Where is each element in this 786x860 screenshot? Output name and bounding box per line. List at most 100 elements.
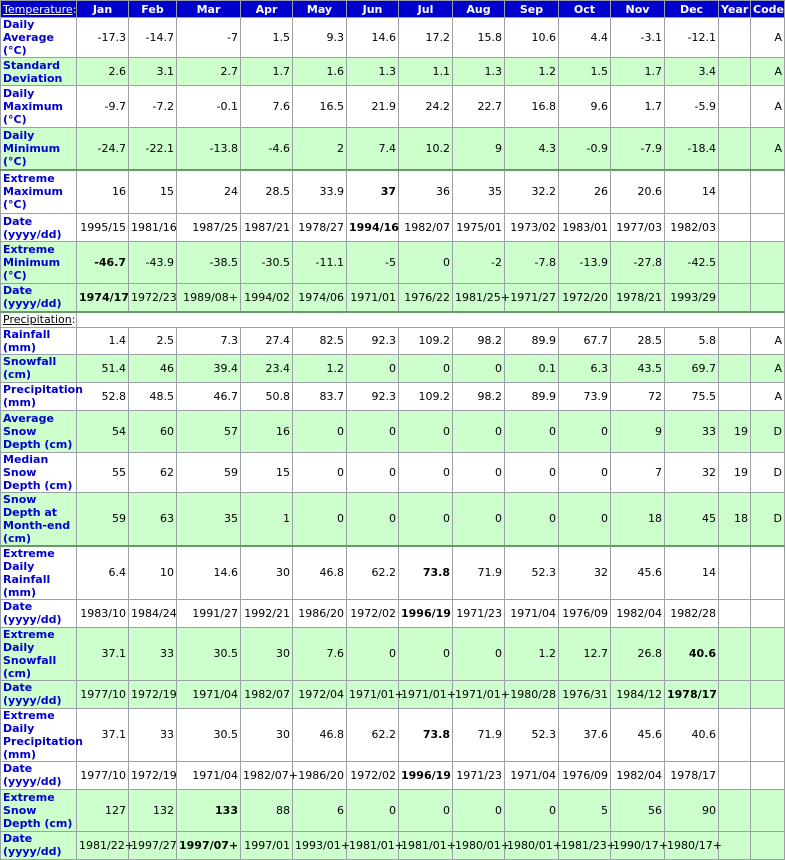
row-label: Median Snow Depth (cm) [0, 451, 77, 493]
code-cell [750, 544, 785, 600]
row-label: Rainfall (mm) [0, 326, 77, 355]
value-cell: 73.8 [398, 544, 453, 600]
value-cell: 9.6 [558, 85, 611, 128]
value-cell: 10 [128, 544, 177, 600]
value-cell: 0 [504, 451, 559, 493]
code-cell [750, 788, 785, 832]
table-row: Daily Minimum (°C) -24.7 -22.1 -13.8 -4.6 2 7.… [0, 127, 785, 170]
value-cell: 133 [176, 788, 241, 832]
value-cell: 10.2 [398, 127, 453, 170]
value-cell: 39.4 [176, 353, 241, 383]
value-cell: 1976/09 [558, 598, 611, 628]
row-label: Extreme Daily Snowfall (cm) [0, 626, 77, 681]
value-cell: 1982/07 [398, 213, 453, 242]
row-label: Date (yyyy/dd) [0, 760, 77, 790]
value-cell: 1.7 [610, 57, 665, 86]
column-header-code: Code [750, 0, 785, 18]
value-cell: 18 [610, 491, 665, 546]
bold-value: 40.6 [688, 647, 716, 660]
value-cell: 1982/04 [610, 598, 665, 628]
value-cell: 33 [664, 409, 719, 453]
table-row: Average Snow Depth (cm) 54 60 57 16 0 0 0 0 0 0 9 33… [0, 409, 785, 453]
value-cell: 1972/19 [128, 760, 177, 790]
row-label: Extreme Minimum (°C) [0, 241, 77, 284]
value-cell: 1976/31 [558, 679, 611, 709]
value-cell: 92.3 [346, 381, 399, 411]
precipitation-section-row: Precipitation: [0, 310, 785, 328]
value-cell: 98.2 [452, 326, 505, 355]
precipitation-section-header[interactable]: Precipitation: [0, 310, 77, 328]
column-header-year: Year [718, 0, 751, 18]
value-cell: 0 [452, 788, 505, 832]
climate-normals-table: Temperature: Jan Feb Mar Apr May Jun Jul Aug Sep… [0, 0, 785, 860]
value-cell: 52.8 [76, 381, 129, 411]
table-row: Extreme Minimum (°C) -46.7 -43.9 -38.5 -30.5… [0, 241, 785, 284]
value-cell: 75.5 [664, 381, 719, 411]
value-cell: 1.1 [398, 57, 453, 86]
value-cell: -27.8 [610, 241, 665, 284]
value-cell: 1972/04 [292, 679, 347, 709]
value-cell: 7 [610, 451, 665, 493]
value-cell: 32.2 [504, 168, 559, 214]
code-cell [750, 626, 785, 681]
table-row: Date (yyyy/dd) 1977/10 1972/19 1971/04 1982/… [0, 679, 785, 709]
value-cell: 15.8 [452, 17, 505, 58]
temperature-section-header[interactable]: Temperature: [0, 0, 77, 18]
value-cell: 14.6 [346, 17, 399, 58]
value-cell: 0 [452, 626, 505, 681]
value-cell: 0 [558, 409, 611, 453]
code-cell: A [750, 57, 785, 86]
value-cell: 1971/04 [176, 760, 241, 790]
value-cell: 82.5 [292, 326, 347, 355]
value-cell: 35 [452, 168, 505, 214]
table-row: Date (yyyy/dd) 1983/10 1984/24 1991/27 1992/… [0, 598, 785, 628]
value-cell: 1980/01+ [504, 830, 562, 860]
code-cell: A [750, 85, 785, 128]
value-cell: 55 [76, 451, 129, 493]
row-label: Date (yyyy/dd) [0, 598, 77, 628]
value-cell: 1990/17+ [610, 830, 668, 860]
value-cell: 1.5 [558, 57, 611, 86]
value-cell: 1982/07+ [240, 760, 298, 790]
table-row: Daily Average (°C) -17.3 -14.7 -7 1.5 9.3 14.6… [0, 17, 785, 58]
value-cell: 0.1 [504, 353, 559, 383]
value-cell: 1995/15 [76, 213, 129, 242]
precipitation-section-link[interactable]: Precipitation [3, 313, 72, 326]
value-cell: 1.3 [452, 57, 505, 86]
value-cell: 40.6 [664, 707, 719, 762]
value-cell: 1996/19 [398, 760, 453, 790]
row-label: Average Snow Depth (cm) [0, 409, 77, 453]
value-cell: 1982/04 [610, 760, 665, 790]
value-cell: 62.2 [346, 707, 399, 762]
value-cell [718, 544, 751, 600]
value-cell: -7.9 [610, 127, 665, 170]
bold-value: 73.8 [422, 728, 450, 741]
value-cell: 24 [176, 168, 241, 214]
value-cell: 52.3 [504, 707, 559, 762]
value-cell: 67.7 [558, 326, 611, 355]
column-header-mar: Mar [176, 0, 241, 18]
value-cell: -7.8 [504, 241, 559, 284]
value-cell: 1997/07+ [176, 830, 241, 860]
table-row: Standard Deviation 2.6 3.1 2.7 1.7 1.6 1.3 1.1 1… [0, 57, 785, 86]
value-cell: 4.4 [558, 17, 611, 58]
value-cell: 1997/27 [128, 830, 177, 860]
value-cell: 1971/04 [176, 679, 241, 709]
value-cell: 1980/17+ [664, 830, 722, 860]
value-cell: 30.5 [176, 707, 241, 762]
value-cell: 1983/01 [558, 213, 611, 242]
table-row: Extreme Snow Depth (cm) 127 132 133 88 6 0 0 0 0 5… [0, 788, 785, 832]
value-cell: 1993/01+ [292, 830, 350, 860]
value-cell: 0 [346, 353, 399, 383]
value-cell: 1977/10 [76, 760, 129, 790]
value-cell: 17.2 [398, 17, 453, 58]
table-row: Extreme Maximum (°C) 16 15 24 28.5 33.9 37 36 35… [0, 168, 785, 214]
code-cell [750, 679, 785, 709]
value-cell: 63 [128, 491, 177, 546]
value-cell: 0 [346, 626, 399, 681]
code-cell [750, 760, 785, 790]
value-cell: 40.6 [664, 626, 719, 681]
value-cell: 1977/03 [610, 213, 665, 242]
row-label: Date (yyyy/dd) [0, 213, 77, 242]
value-cell: 1980/01+ [452, 830, 510, 860]
